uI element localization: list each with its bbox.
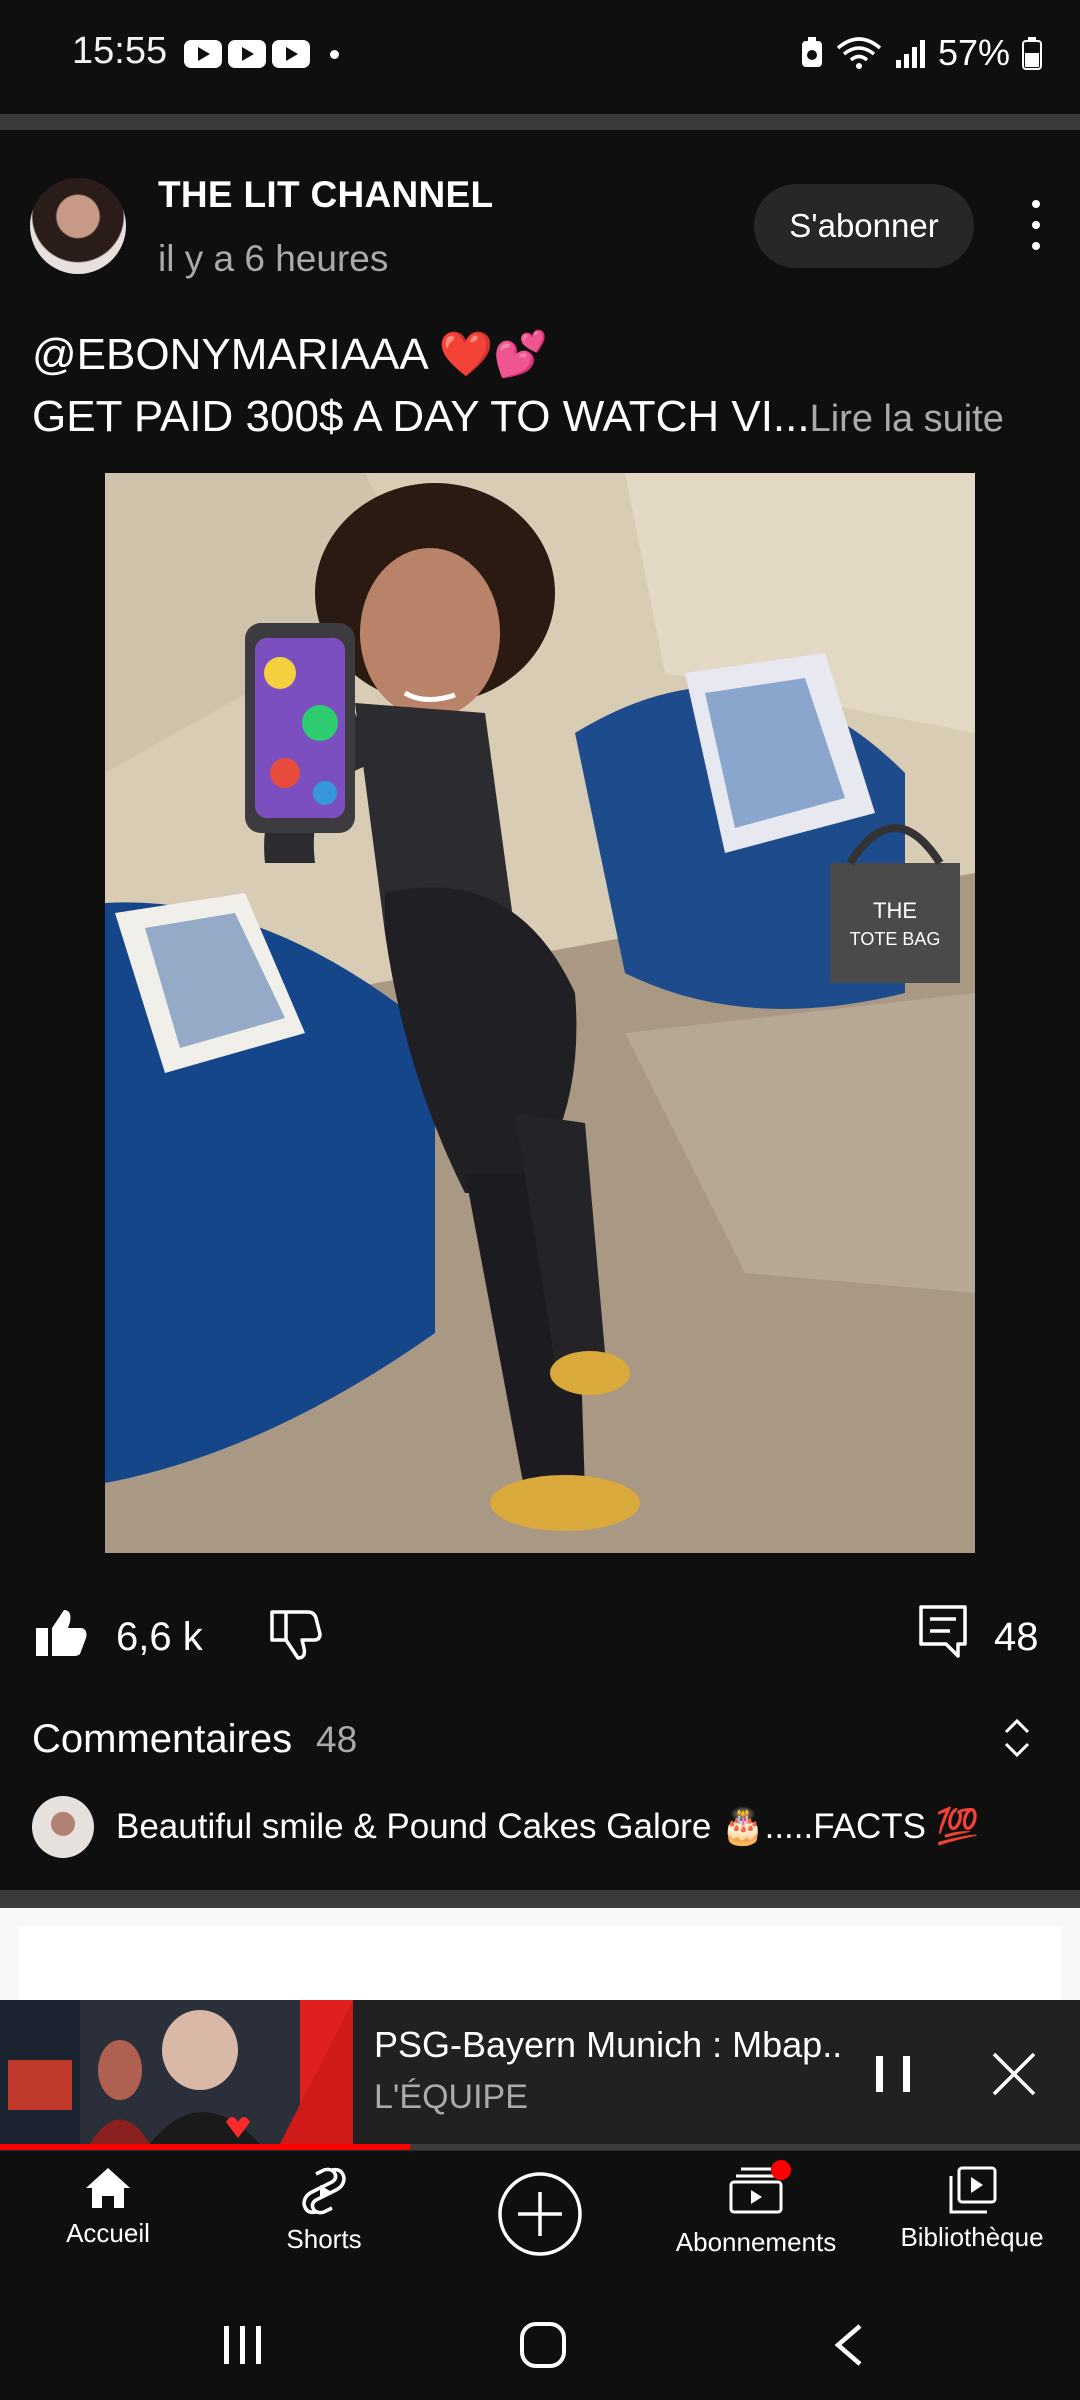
expand-comments-icon[interactable] [1002, 1716, 1032, 1760]
notification-icons [184, 40, 339, 68]
battery-saver-icon [801, 37, 822, 67]
library-icon [949, 2166, 997, 2214]
comment-count[interactable]: 48 [994, 1615, 1039, 1660]
feed-divider [0, 114, 1080, 130]
home-button-icon[interactable] [518, 2320, 568, 2370]
nav-home-label: Accueil [66, 2218, 150, 2248]
like-icon[interactable] [34, 1608, 88, 1658]
comments-count: 48 [316, 1719, 358, 1760]
feed-separator [0, 1890, 1080, 1908]
signal-icon [895, 40, 925, 68]
youtube-notification-icon [272, 40, 310, 68]
next-feed-card-content[interactable] [18, 1926, 1062, 2000]
comments-title[interactable]: Commentaires [32, 1717, 292, 1762]
channel-name[interactable]: THE LIT CHANNEL [158, 174, 493, 216]
mini-player-channel: L'ÉQUIPE [374, 2078, 528, 2116]
comment-icon[interactable] [918, 1604, 968, 1660]
nav-home[interactable]: Accueil [8, 2166, 208, 2249]
home-icon [86, 2168, 130, 2208]
dislike-icon[interactable] [268, 1608, 322, 1660]
post-image[interactable]: THE TOTE BAG [105, 473, 975, 1553]
mini-player-title[interactable]: PSG-Bayern Munich : Mbap.. [374, 2024, 842, 2066]
read-more-link[interactable]: Lire la suite [810, 398, 1004, 440]
subscribe-button[interactable]: S'abonner [754, 184, 974, 268]
nav-create[interactable] [496, 2170, 584, 2263]
like-count: 6,6 k [116, 1615, 203, 1659]
back-icon[interactable] [830, 2322, 866, 2368]
post-time: il y a 6 heures [158, 238, 389, 279]
youtube-notification-icon [228, 40, 266, 68]
post-text-line2: GET PAID 300$ A DAY TO WATCH VI...Lire l… [32, 392, 1004, 442]
recent-apps-icon[interactable] [220, 2322, 266, 2368]
subscriptions-badge [771, 2160, 791, 2180]
shorts-icon [302, 2167, 346, 2215]
nav-shorts-label: Shorts [286, 2224, 362, 2254]
battery-percent: 57% [937, 32, 1010, 73]
nav-subscriptions[interactable]: Abonnements [656, 2160, 856, 2258]
tote-bag-text: THE [873, 898, 917, 923]
nav-library[interactable]: Bibliothèque [872, 2166, 1072, 2253]
commenter-avatar[interactable] [32, 1796, 94, 1858]
wifi-icon [836, 37, 882, 69]
status-time: 15:55 [72, 30, 168, 72]
post-text-line1: @EBONYMARIAAA ❤️💕 [32, 330, 549, 379]
nav-subscriptions-label: Abonnements [675, 2227, 837, 2257]
more-notifications-dot [330, 49, 339, 59]
post-text-truncated: GET PAID 300$ A DAY TO WATCH VI... [32, 392, 810, 441]
close-icon[interactable] [990, 2050, 1038, 2098]
nav-library-label: Bibliothèque [900, 2222, 1044, 2252]
channel-avatar[interactable] [30, 178, 126, 274]
youtube-notification-icon [184, 40, 222, 68]
nav-shorts[interactable]: Shorts [224, 2166, 424, 2255]
top-comment-text[interactable]: Beautiful smile & Pound Cakes Galore 🎂..… [116, 1806, 979, 1847]
svg-text:TOTE BAG: TOTE BAG [850, 929, 941, 949]
battery-icon [1022, 37, 1042, 70]
mini-player-thumbnail[interactable] [0, 2000, 353, 2144]
create-icon [498, 2172, 582, 2256]
status-right: 57% [800, 32, 1042, 74]
pause-icon[interactable] [876, 2056, 910, 2092]
more-options-icon[interactable] [1026, 200, 1046, 250]
